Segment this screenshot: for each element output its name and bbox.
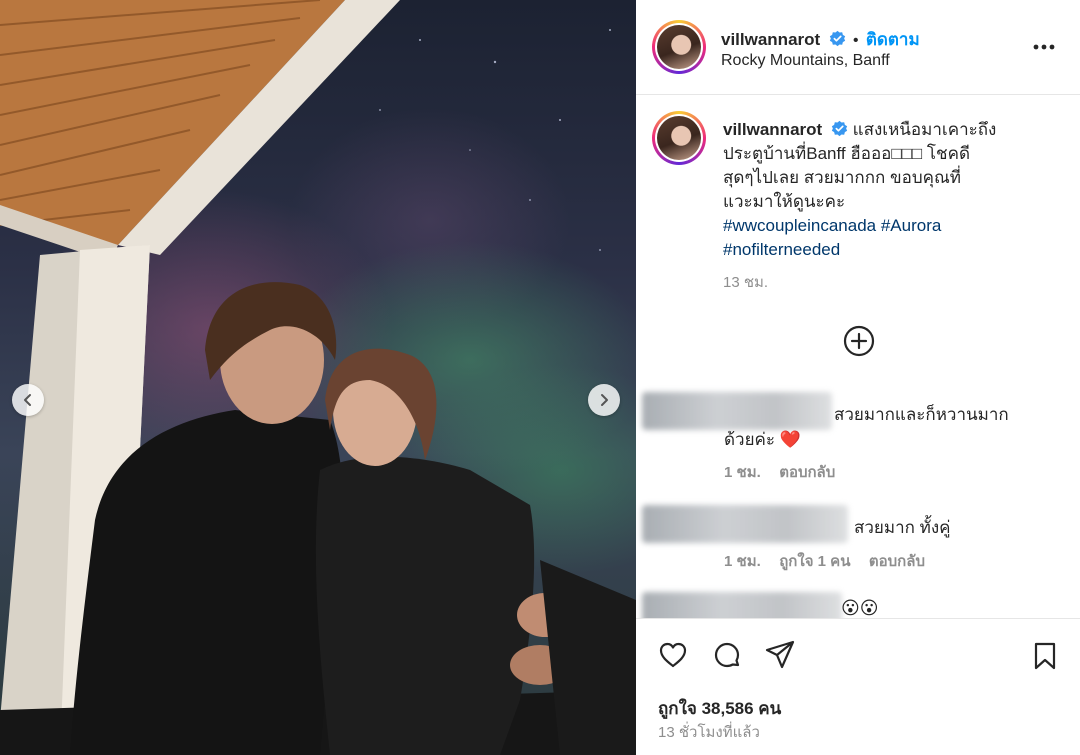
verified-badge-icon (829, 30, 845, 47)
caption-line: สุดๆไปเลย สวยมากกก ขอบคุณที่ (723, 168, 962, 187)
hashtag-link[interactable]: #Aurora (881, 216, 941, 235)
more-horizontal-icon[interactable] (1032, 40, 1056, 54)
hashtag-link[interactable]: #wwcoupleincanada (723, 216, 876, 235)
comment-time: 1 ชม. (724, 553, 761, 570)
post-side-panel: villwannarot • ติดตาม Rocky Mountains, B… (636, 0, 1080, 755)
post-time-ago: 13 ชั่วโมงที่แล้ว (658, 724, 760, 741)
post-photo[interactable] (0, 0, 636, 755)
chevron-right-icon (601, 394, 608, 406)
blurred-commenter (642, 505, 848, 543)
caption-avatar[interactable] (652, 111, 706, 165)
comment-likes[interactable]: ถูกใจ 1 คน (779, 553, 850, 570)
likes-count[interactable]: ถูกใจ 38,586 คน (658, 695, 781, 722)
follow-button[interactable]: ติดตาม (866, 30, 920, 49)
comment-emoji: 😮😮 (841, 598, 879, 618)
comment-icon[interactable] (712, 641, 742, 671)
reply-button[interactable]: ตอบกลับ (779, 464, 835, 481)
header-username[interactable]: villwannarot (721, 30, 820, 49)
next-photo-button[interactable] (588, 384, 620, 416)
avatar-image (657, 116, 701, 160)
avatar-image (657, 25, 701, 69)
bookmark-icon[interactable] (1032, 641, 1058, 671)
verified-badge-icon (831, 120, 848, 137)
chevron-left-icon (24, 394, 31, 406)
location-link[interactable]: Rocky Mountains, Banff (721, 52, 890, 70)
caption-username[interactable]: villwannarot (723, 120, 822, 139)
hashtag-link[interactable]: #nofilterneeded (723, 240, 840, 259)
heart-emoji: ❤️ (779, 430, 801, 449)
comment-time: 1 ชม. (724, 464, 761, 481)
caption-line: ประตูบ้านที่Banff ฮือออ□□□ โชคดี (723, 144, 970, 163)
comment-text: สวยมากและก็หวานมาก (834, 405, 1009, 424)
action-bar: ถูกใจ 38,586 คน 13 ชั่วโมงที่แล้ว (636, 618, 1080, 755)
header-separator: • (853, 32, 859, 49)
caption-line: แวะมาให้ดูนะคะ (723, 192, 846, 211)
caption: villwannarot แสงเหนือมาเคาะถึง ประตูบ้าน… (723, 118, 1063, 294)
plus-circle-icon[interactable] (843, 325, 875, 357)
reply-button[interactable]: ตอบกลับ (869, 553, 925, 570)
post-header: villwannarot • ติดตาม Rocky Mountains, B… (636, 0, 1080, 95)
caption-time: 13 ชม. (723, 274, 769, 291)
comment-text: สวยมาก ทั้งคู่ (854, 518, 951, 537)
avatar[interactable] (652, 20, 706, 74)
photo-scene (0, 0, 636, 755)
caption-line: แสงเหนือมาเคาะถึง (852, 120, 997, 139)
blurred-commenter (642, 392, 832, 430)
previous-photo-button[interactable] (12, 384, 44, 416)
share-icon[interactable] (764, 639, 796, 671)
heart-icon[interactable] (658, 641, 688, 669)
comment-text: ด้วยค่ะ (724, 430, 776, 449)
